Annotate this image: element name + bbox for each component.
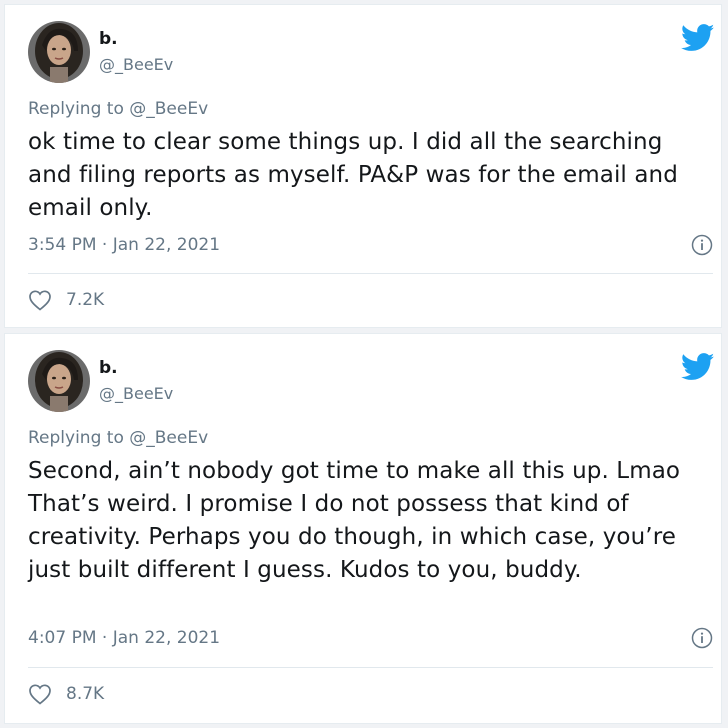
heart-icon bbox=[29, 290, 51, 311]
like-count: 8.7K bbox=[66, 684, 105, 704]
tweet-timestamp[interactable]: 3:54 PM · Jan 22, 2021 bbox=[28, 234, 220, 256]
divider bbox=[28, 273, 713, 274]
display-name[interactable]: b. bbox=[99, 358, 118, 378]
tweet-text: ok time to clear some things up. I did a… bbox=[28, 129, 678, 221]
like-button[interactable]: 7.2K bbox=[28, 289, 104, 311]
twitter-bird-icon[interactable] bbox=[680, 353, 715, 381]
tweet-card[interactable]: b. @_BeeEv Replying to @_BeeEv ok time t… bbox=[4, 4, 722, 328]
like-count: 7.2K bbox=[66, 290, 105, 310]
display-name[interactable]: b. bbox=[99, 29, 118, 49]
user-handle[interactable]: @_BeeEv bbox=[99, 384, 173, 404]
avatar[interactable] bbox=[28, 350, 90, 412]
avatar[interactable] bbox=[28, 21, 90, 83]
info-icon[interactable] bbox=[691, 234, 713, 256]
tweet-text: Second, ain’t nobody got time to make al… bbox=[28, 458, 681, 583]
replying-to[interactable]: Replying to @_BeeEv bbox=[28, 427, 208, 449]
like-button[interactable]: 8.7K bbox=[28, 683, 104, 705]
tweet-timestamp[interactable]: 4:07 PM · Jan 22, 2021 bbox=[28, 627, 220, 649]
tweet-card[interactable]: b. @_BeeEv Replying to @_BeeEv Second, a… bbox=[4, 333, 722, 724]
divider bbox=[28, 667, 713, 668]
user-handle[interactable]: @_BeeEv bbox=[99, 55, 173, 75]
info-icon[interactable] bbox=[691, 627, 713, 649]
twitter-bird-icon[interactable] bbox=[680, 24, 715, 52]
replying-to[interactable]: Replying to @_BeeEv bbox=[28, 98, 208, 120]
heart-icon bbox=[29, 684, 51, 705]
